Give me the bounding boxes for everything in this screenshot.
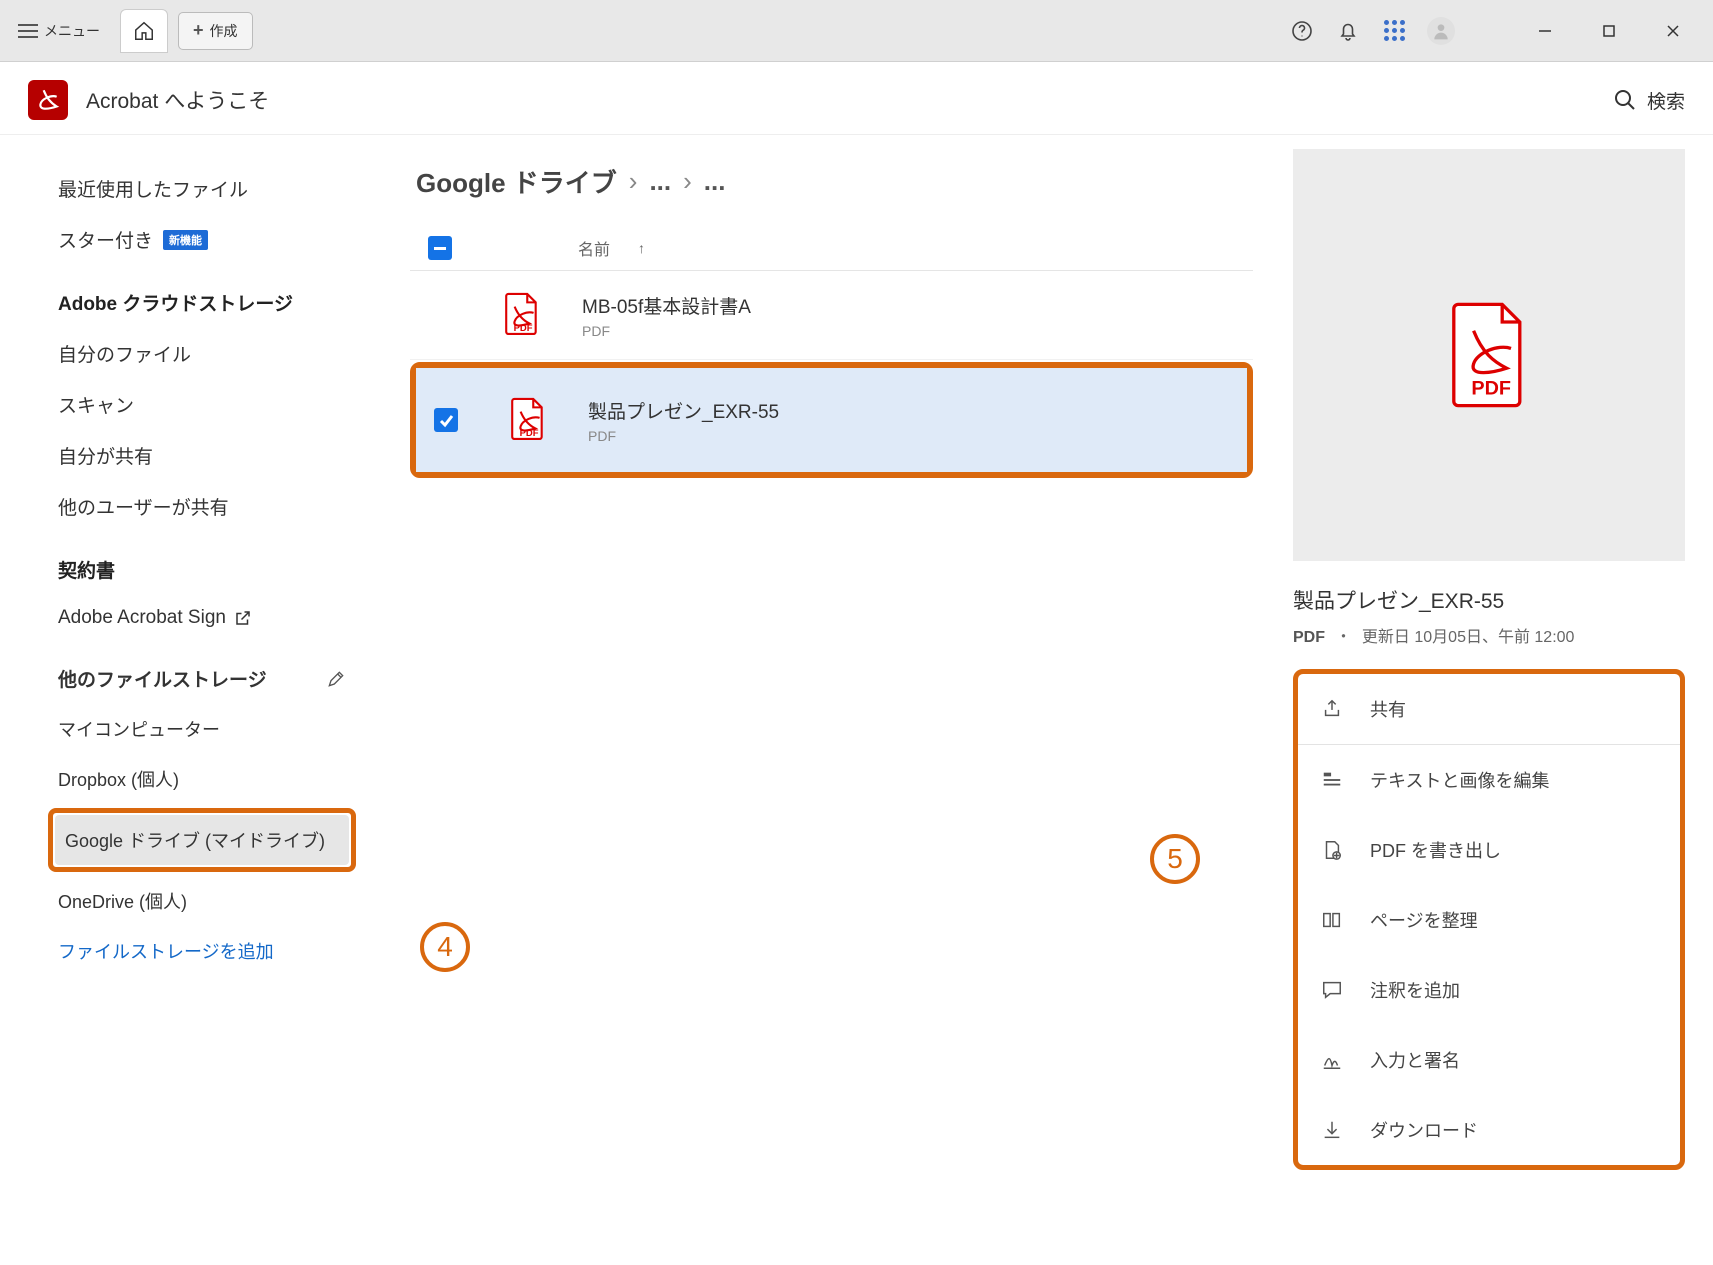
comment-icon: [1320, 978, 1344, 1002]
sidebar-item-onedrive[interactable]: OneDrive (個人): [48, 876, 356, 926]
window-maximize[interactable]: [1587, 13, 1631, 49]
action-share[interactable]: 共有: [1298, 674, 1680, 745]
pdf-file-icon: [502, 291, 542, 339]
edit-icon: [1320, 768, 1344, 792]
breadcrumb-mid[interactable]: ...: [649, 166, 671, 197]
chevron-right-icon: ›: [629, 166, 638, 197]
sort-asc-icon[interactable]: ↑: [638, 240, 645, 256]
home-icon: [133, 20, 155, 42]
file-type: PDF: [588, 428, 779, 444]
file-row[interactable]: MB-05f基本設計書A PDF: [410, 271, 1253, 360]
external-link-icon: [234, 609, 252, 627]
sidebar-item-shared-by-others[interactable]: 他のユーザーが共有: [48, 481, 356, 532]
sidebar-item-add-storage[interactable]: ファイルストレージを追加: [48, 926, 356, 976]
sidebar-item-mycomputer[interactable]: マイコンピューター: [48, 704, 356, 754]
sidebar: 最近使用したファイル スター付き 新機能 Adobe クラウドストレージ 自分の…: [0, 135, 380, 1190]
menu-button[interactable]: メニュー: [8, 15, 110, 47]
breadcrumb: Google ドライブ › ... › ...: [410, 155, 1253, 230]
list-header: 名前 ↑: [410, 230, 1253, 271]
file-name: MB-05f基本設計書A: [582, 292, 751, 319]
share-icon: [1320, 697, 1344, 721]
window-close[interactable]: [1651, 13, 1695, 49]
export-icon: [1320, 838, 1344, 862]
file-name: 製品プレゼン_EXR-55: [588, 397, 779, 424]
sidebar-section-contracts: 契約書: [48, 532, 356, 595]
home-tab[interactable]: [120, 9, 168, 53]
breadcrumb-root[interactable]: Google ドライブ: [416, 163, 617, 200]
sidebar-item-gdrive[interactable]: Google ドライブ (マイドライブ): [55, 815, 349, 865]
file-thumbnail: PDF: [1293, 149, 1685, 561]
select-all-checkbox[interactable]: [428, 236, 452, 260]
chevron-right-icon: ›: [683, 166, 692, 197]
detail-panel: PDF 製品プレゼン_EXR-55 PDF ・ 更新日 10月05日、午前 12…: [1283, 135, 1713, 1190]
pencil-icon[interactable]: [326, 669, 346, 689]
action-download[interactable]: ダウンロード: [1298, 1095, 1680, 1165]
sidebar-section-cloud: Adobe クラウドストレージ: [48, 265, 356, 328]
create-button[interactable]: + 作成: [178, 12, 253, 50]
subheader: Acrobat へようこそ 検索: [0, 62, 1713, 135]
sidebar-item-myfiles[interactable]: 自分のファイル: [48, 328, 356, 379]
action-fill-sign[interactable]: 入力と署名: [1298, 1025, 1680, 1095]
help-icon[interactable]: [1289, 18, 1315, 44]
avatar-icon[interactable]: [1427, 17, 1455, 45]
acrobat-logo-icon: [28, 80, 68, 120]
sidebar-section-storage: 他のファイルストレージ: [48, 641, 356, 704]
callout-box-selected-row: 製品プレゼン_EXR-55 PDF: [410, 362, 1253, 478]
search-label: 検索: [1647, 87, 1685, 114]
hamburger-icon: [18, 24, 38, 38]
sidebar-item-recent[interactable]: 最近使用したファイル: [48, 163, 356, 214]
callout-box-5: 共有 テキストと画像を編集 PDF を書き出し ページを整理 注釈を追加 入力と…: [1293, 669, 1685, 1170]
sidebar-item-acrobat-sign[interactable]: Adobe Acrobat Sign: [48, 595, 356, 641]
column-name-header[interactable]: 名前: [578, 236, 610, 260]
sidebar-item-shared-by-me[interactable]: 自分が共有: [48, 430, 356, 481]
callout-number-5: 5: [1150, 834, 1200, 884]
search-button[interactable]: 検索: [1613, 87, 1685, 114]
callout-box-4: Google ドライブ (マイドライブ): [48, 808, 356, 872]
callout-number-4: 4: [420, 922, 470, 972]
sidebar-item-scan[interactable]: スキャン: [48, 379, 356, 430]
breadcrumb-last[interactable]: ...: [704, 166, 726, 197]
menu-label: メニュー: [44, 21, 100, 41]
action-organize-pages[interactable]: ページを整理: [1298, 885, 1680, 955]
row-checkbox[interactable]: [434, 408, 458, 432]
organize-icon: [1320, 908, 1344, 932]
plus-icon: +: [193, 20, 204, 41]
window-minimize[interactable]: [1523, 13, 1567, 49]
sign-icon: [1320, 1048, 1344, 1072]
titlebar: メニュー + 作成: [0, 0, 1713, 62]
action-edit-text-image[interactable]: テキストと画像を編集: [1298, 745, 1680, 815]
pdf-large-icon: PDF: [1444, 300, 1534, 410]
apps-grid-icon[interactable]: [1381, 18, 1407, 44]
search-icon: [1613, 88, 1637, 112]
main-panel: Google ドライブ › ... › ... 名前 ↑ MB-05f基本設計書…: [380, 135, 1283, 1190]
page-title: Acrobat へようこそ: [86, 85, 269, 115]
detail-meta: PDF ・ 更新日 10月05日、午前 12:00: [1293, 623, 1685, 647]
download-icon: [1320, 1118, 1344, 1142]
pdf-file-icon: [508, 396, 548, 444]
create-label: 作成: [210, 21, 238, 41]
action-add-comment[interactable]: 注釈を追加: [1298, 955, 1680, 1025]
action-export-pdf[interactable]: PDF を書き出し: [1298, 815, 1680, 885]
sidebar-item-starred[interactable]: スター付き 新機能: [48, 214, 356, 265]
sidebar-item-dropbox[interactable]: Dropbox (個人): [48, 754, 356, 804]
bell-icon[interactable]: [1335, 18, 1361, 44]
file-row[interactable]: 製品プレゼン_EXR-55 PDF: [416, 368, 1247, 472]
row-checkbox[interactable]: [428, 303, 452, 327]
file-type: PDF: [582, 323, 751, 339]
svg-text:PDF: PDF: [1471, 378, 1511, 400]
new-badge: 新機能: [163, 230, 208, 250]
detail-file-name: 製品プレゼン_EXR-55: [1293, 585, 1685, 615]
